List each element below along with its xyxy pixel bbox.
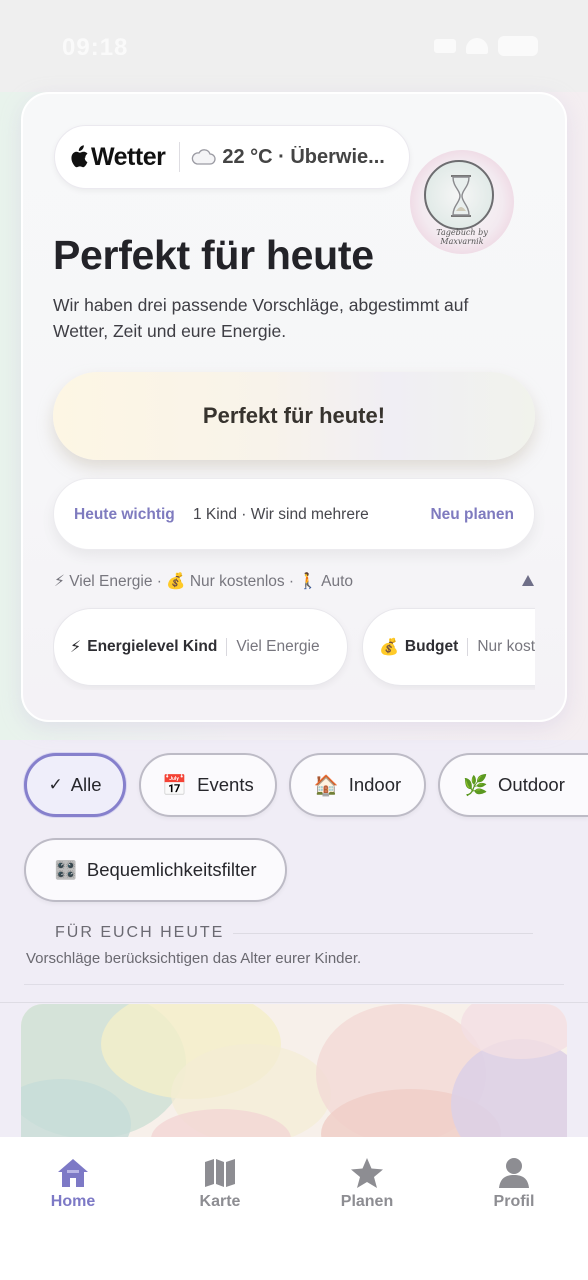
tab-profile[interactable]: Profil: [464, 1157, 564, 1211]
plan-info: 1 Kind · Wir sind mehrere: [193, 506, 369, 523]
plan-label: Heute wichtig: [74, 506, 175, 523]
house-icon: 🏠: [313, 774, 339, 797]
filter-card-name: Budget: [404, 638, 459, 655]
tab-label: Profil: [493, 1193, 535, 1210]
wifi-icon: [466, 38, 488, 54]
perfect-today-button[interactable]: Perfekt für heute!: [53, 372, 535, 460]
energy-summary: ⚡ Viel Energie · 💰 Nur kostenlos · 🚶 Aut…: [54, 573, 354, 590]
status-bar: 09:18: [0, 0, 588, 92]
calendar-icon: 📅: [162, 774, 188, 797]
chip-label: Outdoor: [498, 774, 565, 795]
filter-card-budget[interactable]: 💰 Budget Nur kostenlos: [362, 608, 535, 686]
tab-label: Karte: [199, 1193, 241, 1210]
logo-ring: [424, 160, 494, 230]
leaf-icon: 🌿: [463, 774, 489, 797]
divider: [467, 638, 469, 656]
divider: [226, 638, 228, 656]
divider: [233, 933, 533, 934]
app-logo: Tagebuch by Maxvarnik: [410, 150, 514, 254]
chip-indoor[interactable]: 🏠 Indoor: [289, 753, 426, 817]
hourglass-icon: [451, 175, 471, 217]
replan-link[interactable]: Neu planen: [430, 506, 514, 524]
hero-subtitle: Wir haben drei passende Vorschläge, abge…: [53, 295, 469, 341]
weather-info: 22 °C · Überwie...: [222, 145, 385, 168]
control-knobs-icon: 🎛️: [54, 859, 77, 880]
filter-card-scroller[interactable]: ⚡ Energielevel Kind Viel Energie 💰 Budge…: [53, 606, 535, 690]
signal-icon: [434, 39, 456, 53]
home-icon: [58, 1159, 88, 1187]
collapse-arrow-icon[interactable]: [522, 575, 534, 586]
chip-outdoor[interactable]: 🌿 Outdoor: [438, 753, 588, 817]
tab-label: Planen: [340, 1193, 394, 1210]
divider: [0, 1002, 588, 1003]
filter-card-value: Nur kostenlos: [477, 638, 535, 655]
section-title: FÜR EUCH HEUTE: [55, 924, 225, 941]
watercolor-image: [21, 1004, 567, 1144]
money-bag-icon: 💰: [379, 639, 399, 656]
suggestion-card-image[interactable]: [21, 1004, 567, 1144]
filter-card-value: Viel Energie: [236, 638, 320, 655]
tab-map[interactable]: Karte: [170, 1157, 270, 1211]
star-icon: [351, 1158, 383, 1188]
apple-icon: [71, 145, 88, 168]
filter-card-name: Energielevel Kind: [87, 638, 218, 655]
tab-plan[interactable]: Planen: [317, 1157, 417, 1211]
chip-label: Alle: [70, 774, 102, 795]
divider: [24, 984, 564, 985]
plan-summary: Heute wichtig 1 Kind · Wir sind mehrere …: [53, 478, 535, 550]
chip-label: Indoor: [348, 774, 402, 795]
section-note: Vorschläge berücksichtigen das Alter eur…: [26, 950, 362, 967]
chip-comfort-filter[interactable]: 🎛️ Bequemlichkeitsfilter: [24, 838, 287, 902]
weather-brand: Wetter: [91, 142, 166, 171]
tab-bar: Home Karte Planen Profil: [0, 1137, 588, 1280]
chip-label: Bequemlichkeitsfilter: [86, 859, 257, 880]
divider: [179, 142, 181, 172]
checkmark-icon: ✓: [48, 775, 63, 794]
chip-label: Events: [197, 774, 254, 795]
tab-label: Home: [50, 1193, 96, 1210]
person-icon: [499, 1158, 529, 1188]
page-title: Perfekt für heute: [53, 232, 374, 278]
status-icons: [434, 36, 538, 56]
status-time: 09:18: [62, 34, 129, 61]
chip-events[interactable]: 📅 Events: [139, 753, 277, 817]
cloud-icon: [192, 149, 216, 165]
chip-all[interactable]: ✓ Alle: [24, 753, 126, 817]
weather-widget[interactable]: Wetter 22 °C · Überwie...: [54, 125, 410, 189]
map-icon: [205, 1159, 235, 1187]
logo-text: Tagebuch by Maxvarnik: [436, 228, 488, 246]
filter-card-energy[interactable]: ⚡ Energielevel Kind Viel Energie: [53, 608, 348, 686]
lightning-icon: ⚡: [70, 639, 82, 656]
tab-home[interactable]: Home: [23, 1157, 123, 1211]
battery-icon: [498, 36, 538, 56]
